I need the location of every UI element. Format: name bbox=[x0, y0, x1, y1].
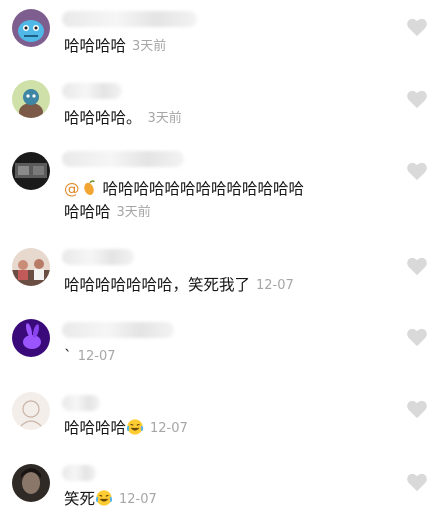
laughing-tears-emoji bbox=[126, 419, 144, 435]
comment-list: 哈哈哈哈 3天前 哈哈哈哈。 3天前 @ 哈哈哈哈哈哈哈哈哈哈哈哈哈 哈哈哈 3… bbox=[0, 0, 437, 509]
blue-alien-avatar[interactable] bbox=[12, 9, 50, 47]
laughing-tears-emoji bbox=[95, 490, 113, 506]
heart-outline-icon[interactable] bbox=[406, 161, 428, 181]
heart-outline-icon[interactable] bbox=[406, 327, 428, 347]
comment-item: ` 12-07 bbox=[0, 312, 437, 384]
comment-text: 哈哈哈哈哈哈哈，笑死我了 12-07 bbox=[64, 276, 294, 294]
comment-text: 哈哈哈哈 3天前 bbox=[64, 37, 167, 55]
comment-time: 3天前 bbox=[147, 111, 182, 126]
dark-photo-avatar[interactable] bbox=[12, 152, 50, 190]
portrait-avatar[interactable] bbox=[12, 464, 50, 502]
comment-item: 哈哈哈哈 3天前 bbox=[0, 0, 437, 70]
username-blurred[interactable] bbox=[62, 151, 184, 167]
mention-tag[interactable]: @ bbox=[64, 180, 98, 198]
comment-text-continued: 哈哈哈 3天前 bbox=[64, 203, 151, 221]
comment-text: ` 12-07 bbox=[64, 347, 116, 365]
heart-outline-icon[interactable] bbox=[406, 399, 428, 419]
username-blurred[interactable] bbox=[62, 465, 96, 481]
group-photo-avatar[interactable] bbox=[12, 248, 50, 286]
comment-text: 笑死 12-07 bbox=[64, 490, 157, 508]
username-blurred[interactable] bbox=[62, 249, 134, 265]
comment-text: @ 哈哈哈哈哈哈哈哈哈哈哈哈哈 bbox=[64, 180, 304, 198]
heart-outline-icon[interactable] bbox=[406, 89, 428, 109]
purple-rabbit-avatar[interactable] bbox=[12, 319, 50, 357]
username-blurred[interactable] bbox=[62, 395, 100, 411]
comment-time: 12-07 bbox=[150, 421, 188, 436]
heart-outline-icon[interactable] bbox=[406, 17, 428, 37]
username-blurred[interactable] bbox=[62, 83, 122, 99]
mango-sticker-icon bbox=[83, 180, 95, 196]
comment-item: 哈哈哈哈哈哈哈，笑死我了 12-07 bbox=[0, 238, 437, 312]
comment-time: 3天前 bbox=[116, 205, 151, 220]
comment-item: 笑死 12-07 bbox=[0, 456, 437, 509]
comment-time: 12-07 bbox=[77, 349, 116, 364]
comment-time: 3天前 bbox=[132, 39, 167, 54]
heart-outline-icon[interactable] bbox=[406, 256, 428, 276]
username-blurred[interactable] bbox=[62, 11, 197, 27]
comment-item: 哈哈哈哈 12-07 bbox=[0, 384, 437, 456]
comment-text: 哈哈哈哈。 3天前 bbox=[64, 109, 182, 127]
comment-text: 哈哈哈哈 12-07 bbox=[64, 419, 188, 437]
sketch-avatar[interactable] bbox=[12, 392, 50, 430]
comment-time: 12-07 bbox=[256, 278, 294, 293]
cartoon-avatar[interactable] bbox=[12, 80, 50, 118]
username-blurred[interactable] bbox=[62, 322, 174, 338]
comment-time: 12-07 bbox=[119, 492, 157, 507]
comment-item: @ 哈哈哈哈哈哈哈哈哈哈哈哈哈 哈哈哈 3天前 bbox=[0, 142, 437, 238]
comment-item: 哈哈哈哈。 3天前 bbox=[0, 70, 437, 142]
heart-outline-icon[interactable] bbox=[406, 472, 428, 492]
